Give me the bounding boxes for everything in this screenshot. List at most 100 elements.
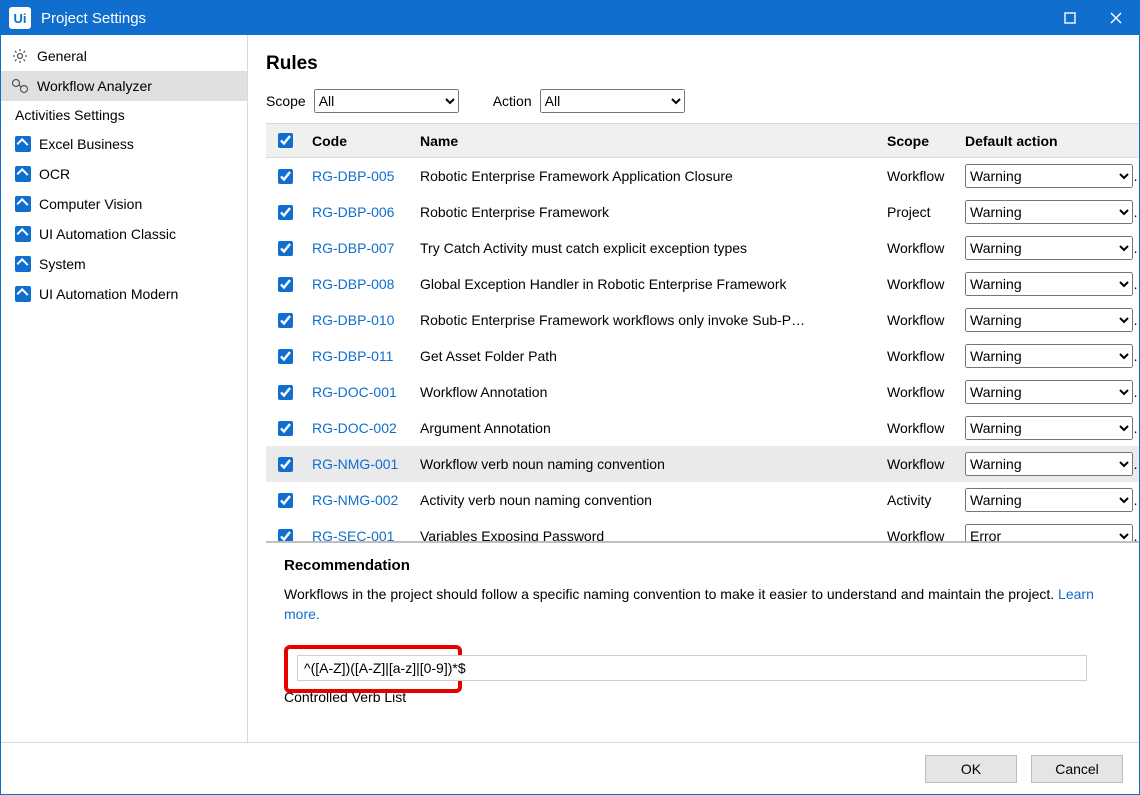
rule-action-select[interactable]: ErrorWarningInfoVerbose xyxy=(965,308,1133,332)
rule-checkbox[interactable] xyxy=(278,169,293,184)
rule-checkbox[interactable] xyxy=(278,313,293,328)
rule-row[interactable]: RG-SEC-001Variables Exposing PasswordWor… xyxy=(266,518,1139,541)
titlebar: Ui Project Settings xyxy=(1,1,1139,35)
header-code[interactable]: Code xyxy=(304,124,412,158)
activity-icon xyxy=(15,166,31,182)
rule-name: Get Asset Folder Path xyxy=(412,338,879,374)
ok-button[interactable]: OK xyxy=(925,755,1017,783)
sidebar-activity-item[interactable]: Computer Vision xyxy=(1,189,247,219)
header-checkbox-cell xyxy=(266,124,304,158)
rule-code-link[interactable]: RG-DBP-006 xyxy=(312,204,394,220)
rule-action-select[interactable]: ErrorWarningInfoVerbose xyxy=(965,272,1133,296)
close-button[interactable] xyxy=(1093,1,1139,35)
rule-code-link[interactable]: RG-NMG-002 xyxy=(312,492,398,508)
rule-scope: Activity xyxy=(879,482,957,518)
rule-code-link[interactable]: RG-DBP-007 xyxy=(312,240,394,256)
rule-code-link[interactable]: RG-DBP-011 xyxy=(312,348,393,364)
rule-code-link[interactable]: RG-DOC-002 xyxy=(312,420,397,436)
rules-table-wrapper[interactable]: Code Name Scope Default action RG-DBP-00… xyxy=(266,123,1139,541)
sidebar-activity-item[interactable]: Excel Business xyxy=(1,129,247,159)
rule-row[interactable]: RG-DBP-005 Robotic Enterprise Framework A… xyxy=(266,158,1139,195)
rule-code-link[interactable]: RG-DBP-005 xyxy=(312,168,394,184)
rule-row[interactable]: RG-DOC-001Workflow AnnotationWorkflowErr… xyxy=(266,374,1139,410)
rule-action-select[interactable]: ErrorWarningInfoVerbose xyxy=(965,452,1133,476)
rule-checkbox[interactable] xyxy=(278,493,293,508)
rule-action-select[interactable]: ErrorWarningInfoVerbose xyxy=(965,200,1133,224)
rule-scope: Workflow xyxy=(879,374,957,410)
rules-heading: Rules xyxy=(266,53,1139,75)
rule-scope: Project xyxy=(879,194,957,230)
rule-row[interactable]: RG-NMG-001Workflow verb noun naming conv… xyxy=(266,446,1139,482)
rule-checkbox[interactable] xyxy=(278,529,293,542)
activity-icon xyxy=(15,226,31,242)
rules-table: Code Name Scope Default action RG-DBP-00… xyxy=(266,124,1139,541)
rule-checkbox[interactable] xyxy=(278,241,293,256)
rule-row[interactable]: RG-DOC-002Argument AnnotationWorkflowErr… xyxy=(266,410,1139,446)
regex-input[interactable] xyxy=(297,655,1087,681)
rule-name: Robotic Enterprise Framework xyxy=(412,194,879,230)
rule-code-link[interactable]: RG-DBP-010 xyxy=(312,312,394,328)
activity-icon xyxy=(15,196,31,212)
body: General Workflow Analyzer Activities Set… xyxy=(1,35,1139,742)
rule-action-select[interactable]: ErrorWarningInfoVerbose xyxy=(965,236,1133,260)
rule-row[interactable]: RG-DBP-008 Global Exception Handler in Ro… xyxy=(266,266,1139,302)
rule-row[interactable]: RG-DBP-010Robotic Enterprise Framework w… xyxy=(266,302,1139,338)
rule-code-link[interactable]: RG-DOC-001 xyxy=(312,384,397,400)
dialog-footer: OK Cancel xyxy=(1,742,1139,794)
sidebar-activity-item[interactable]: UI Automation Modern xyxy=(1,279,247,309)
rule-action-select[interactable]: ErrorWarningInfoVerbose xyxy=(965,524,1133,541)
rule-checkbox[interactable] xyxy=(278,277,293,292)
activity-label: Excel Business xyxy=(39,136,134,152)
activity-label: UI Automation Modern xyxy=(39,286,178,302)
activity-icon xyxy=(15,286,31,302)
rule-checkbox[interactable] xyxy=(278,421,293,436)
rule-code-link[interactable]: RG-DBP-008 xyxy=(312,276,394,292)
rule-scope: Workflow xyxy=(879,338,957,374)
maximize-icon xyxy=(1064,12,1076,24)
sidebar-activity-item[interactable]: UI Automation Classic xyxy=(1,219,247,249)
analyzer-icon xyxy=(11,77,29,95)
rule-row[interactable]: RG-DBP-011 Get Asset Folder PathWorkflow E… xyxy=(266,338,1139,374)
rule-row[interactable]: RG-DBP-006 Robotic Enterprise FrameworkPr… xyxy=(266,194,1139,230)
rule-action-select[interactable]: ErrorWarningInfoVerbose xyxy=(965,344,1133,368)
rule-action-select[interactable]: ErrorWarningInfoVerbose xyxy=(965,488,1133,512)
header-scope[interactable]: Scope xyxy=(879,124,957,158)
rule-name: Activity verb noun naming convention xyxy=(412,482,879,518)
activity-icon xyxy=(15,136,31,152)
rule-action-select[interactable]: ErrorWarningInfoVerbose xyxy=(965,380,1133,404)
rule-action-select[interactable]: ErrorWarningInfoVerbose xyxy=(965,416,1133,440)
rule-row[interactable]: RG-NMG-002 Activity verb noun naming conv… xyxy=(266,482,1139,518)
main-panel: Rules Scope All Action All Code Name Sco… xyxy=(248,35,1139,742)
maximize-button[interactable] xyxy=(1047,1,1093,35)
recommendation-text: Workflows in the project should follow a… xyxy=(284,584,1101,625)
sidebar-activity-item[interactable]: System xyxy=(1,249,247,279)
sidebar: General Workflow Analyzer Activities Set… xyxy=(1,35,248,742)
activity-icon xyxy=(15,256,31,272)
sidebar-activity-item[interactable]: OCR xyxy=(1,159,247,189)
rule-row[interactable]: RG-DBP-007Try Catch Activity must catch … xyxy=(266,230,1139,266)
header-default-action[interactable]: Default action xyxy=(957,124,1139,158)
activity-label: OCR xyxy=(39,166,70,182)
rule-checkbox[interactable] xyxy=(278,385,293,400)
rule-detail-panel[interactable]: Recommendation Workflows in the project … xyxy=(266,541,1139,742)
action-filter-select[interactable]: All xyxy=(540,89,685,113)
rule-checkbox[interactable] xyxy=(278,457,293,472)
rule-name: Global Exception Handler in Robotic Ente… xyxy=(412,266,879,302)
rule-action-select[interactable]: ErrorWarningInfoVerbose xyxy=(965,164,1133,188)
sidebar-item-workflow-analyzer[interactable]: Workflow Analyzer xyxy=(1,71,247,101)
rule-code-link[interactable]: RG-NMG-001 xyxy=(312,456,398,472)
recommendation-body: Workflows in the project should follow a… xyxy=(284,586,1058,602)
rule-name: Robotic Enterprise Framework Application… xyxy=(412,158,879,195)
scope-select[interactable]: All xyxy=(314,89,459,113)
rule-scope: Workflow xyxy=(879,446,957,482)
header-checkbox[interactable] xyxy=(278,133,293,148)
header-name[interactable]: Name xyxy=(412,124,879,158)
rule-checkbox[interactable] xyxy=(278,349,293,364)
rule-checkbox[interactable] xyxy=(278,205,293,220)
activity-label: Computer Vision xyxy=(39,196,142,212)
close-icon xyxy=(1110,12,1122,24)
cancel-button[interactable]: Cancel xyxy=(1031,755,1123,783)
rule-code-link[interactable]: RG-SEC-001 xyxy=(312,528,394,541)
sidebar-item-general[interactable]: General xyxy=(1,41,247,71)
recommendation-heading: Recommendation xyxy=(284,557,1101,574)
